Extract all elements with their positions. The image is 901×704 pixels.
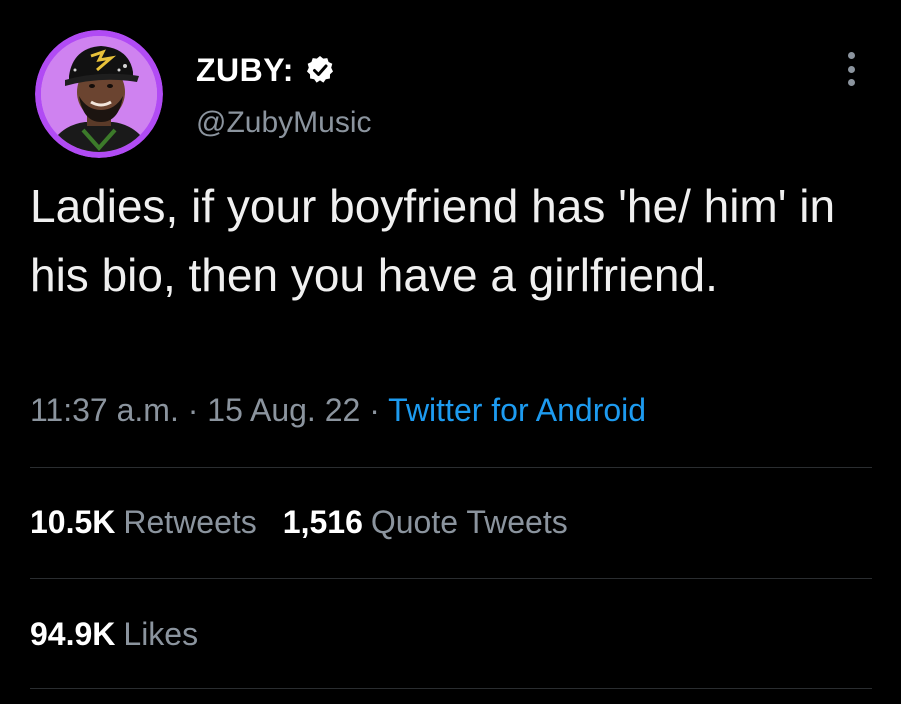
more-dot [847, 65, 855, 73]
retweets-label: Retweets [123, 504, 257, 540]
retweets-count: 10.5K [30, 504, 116, 540]
avatar[interactable] [35, 30, 163, 158]
likes-label: Likes [123, 616, 199, 652]
quote-tweets-label: Quote Tweets [370, 504, 568, 540]
tweet-meta: 11:37 a.m. · 15 Aug. 22 · Twitter for An… [30, 392, 646, 429]
avatar-image [35, 30, 163, 158]
author-handle[interactable]: @ZubyMusic [196, 106, 372, 140]
display-name[interactable]: ZUBY: [196, 52, 294, 89]
tweet-date[interactable]: 15 Aug. 22 [207, 392, 360, 428]
more-options-icon[interactable] [836, 48, 866, 90]
likes-stats: 94.9K Likes [30, 616, 198, 653]
tweet-source-link[interactable]: Twitter for Android [388, 392, 646, 428]
retweets-stat[interactable]: 10.5K Retweets [30, 504, 257, 541]
more-dot [847, 79, 855, 86]
likes-count: 94.9K [30, 616, 116, 652]
tweet-text: Ladies, if your boyfriend has 'he/ him' … [30, 180, 836, 301]
quote-tweets-count: 1,516 [282, 504, 363, 540]
meta-separator: · [187, 392, 208, 428]
engagement-stats: 10.5K Retweets 1,516 Quote Tweets [30, 504, 568, 541]
divider [30, 578, 872, 579]
divider [30, 688, 872, 689]
author-name-row: ZUBY: [196, 50, 336, 90]
divider [30, 467, 872, 468]
tweet-card: ZUBY: @ZubyMusic Ladies, if your boyfrie… [0, 0, 901, 704]
quote-tweets-stat[interactable]: 1,516 Quote Tweets [283, 504, 568, 541]
likes-stat[interactable]: 94.9K Likes [30, 616, 198, 653]
verified-badge-icon [304, 54, 336, 86]
more-dot [847, 52, 855, 59]
tweet-time[interactable]: 11:37 a.m. [30, 392, 179, 428]
meta-separator: · [369, 392, 389, 428]
